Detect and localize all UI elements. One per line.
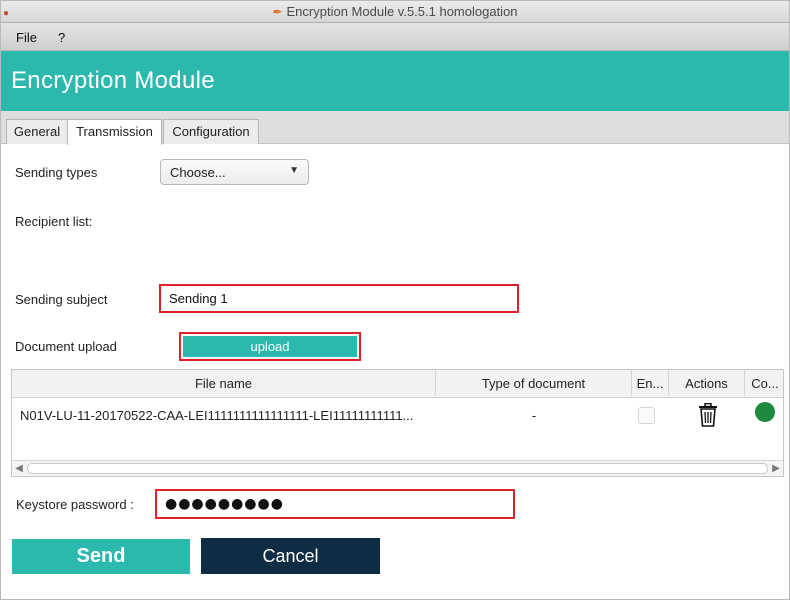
app-window: ● ✒ Encryption Module v.5.5.1 homologatio… — [0, 0, 790, 600]
page-title: Encryption Module — [11, 67, 215, 94]
file-name-cell: N01V-LU-11-20170522-CAA-LEI1111111111111… — [20, 408, 414, 423]
chevron-down-icon: ▼ — [289, 165, 299, 176]
tab-transmission[interactable]: Transmission — [67, 119, 162, 145]
encrypted-checkbox[interactable] — [638, 407, 655, 424]
document-upload-label: Document upload — [15, 339, 117, 354]
sending-types-value: Choose... — [170, 165, 226, 180]
sending-types-select[interactable]: Choose... ▼ — [160, 159, 309, 185]
keystore-password-input[interactable] — [157, 491, 513, 517]
menu-file[interactable]: File — [16, 30, 37, 45]
status-ok-icon — [755, 402, 775, 422]
column-header-encrypted[interactable]: En... — [632, 370, 669, 398]
scroll-right-icon[interactable]: ▶ — [769, 461, 783, 476]
sending-types-label: Sending types — [15, 165, 98, 180]
table-header: File name Type of document En... Actions… — [12, 370, 783, 398]
sending-subject-field[interactable] — [159, 284, 519, 313]
menu-help[interactable]: ? — [58, 30, 65, 45]
trash-icon[interactable] — [698, 403, 718, 427]
recipient-list-label: Recipient list: — [15, 214, 93, 229]
tab-bar: General Transmission Configuration — [1, 111, 789, 145]
column-header-file-name[interactable]: File name — [12, 370, 436, 398]
column-header-type[interactable]: Type of document — [436, 370, 632, 398]
sending-subject-label: Sending subject — [15, 292, 108, 307]
sending-subject-input[interactable] — [161, 286, 517, 311]
documents-table: File name Type of document En... Actions… — [11, 369, 784, 477]
scrollbar-thumb[interactable] — [27, 463, 768, 474]
keystore-password-field[interactable] — [155, 489, 515, 519]
header-banner: Encryption Module — [1, 51, 789, 111]
horizontal-scrollbar[interactable]: ◀ ▶ — [12, 460, 783, 476]
tab-configuration[interactable]: Configuration — [163, 119, 259, 144]
menu-bar: File ? — [1, 23, 789, 51]
window-titlebar: ● ✒ Encryption Module v.5.5.1 homologatio… — [1, 1, 789, 23]
send-button[interactable]: Send — [12, 539, 190, 574]
upload-highlight: upload — [179, 332, 361, 361]
upload-button[interactable]: upload — [183, 336, 357, 357]
window-control-icon[interactable]: ● — [3, 3, 9, 25]
java-app-icon: ✒ — [272, 5, 283, 19]
column-header-actions[interactable]: Actions — [669, 370, 745, 398]
keystore-password-label: Keystore password : — [16, 497, 134, 512]
type-of-document-cell: - — [531, 408, 537, 423]
table-row[interactable]: N01V-LU-11-20170522-CAA-LEI1111111111111… — [12, 398, 783, 434]
window-title: Encryption Module v.5.5.1 homologation — [286, 4, 518, 19]
scroll-left-icon[interactable]: ◀ — [12, 461, 26, 476]
cancel-button[interactable]: Cancel — [201, 538, 380, 574]
column-header-status[interactable]: Co... — [745, 370, 785, 398]
tab-general[interactable]: General — [6, 119, 68, 144]
